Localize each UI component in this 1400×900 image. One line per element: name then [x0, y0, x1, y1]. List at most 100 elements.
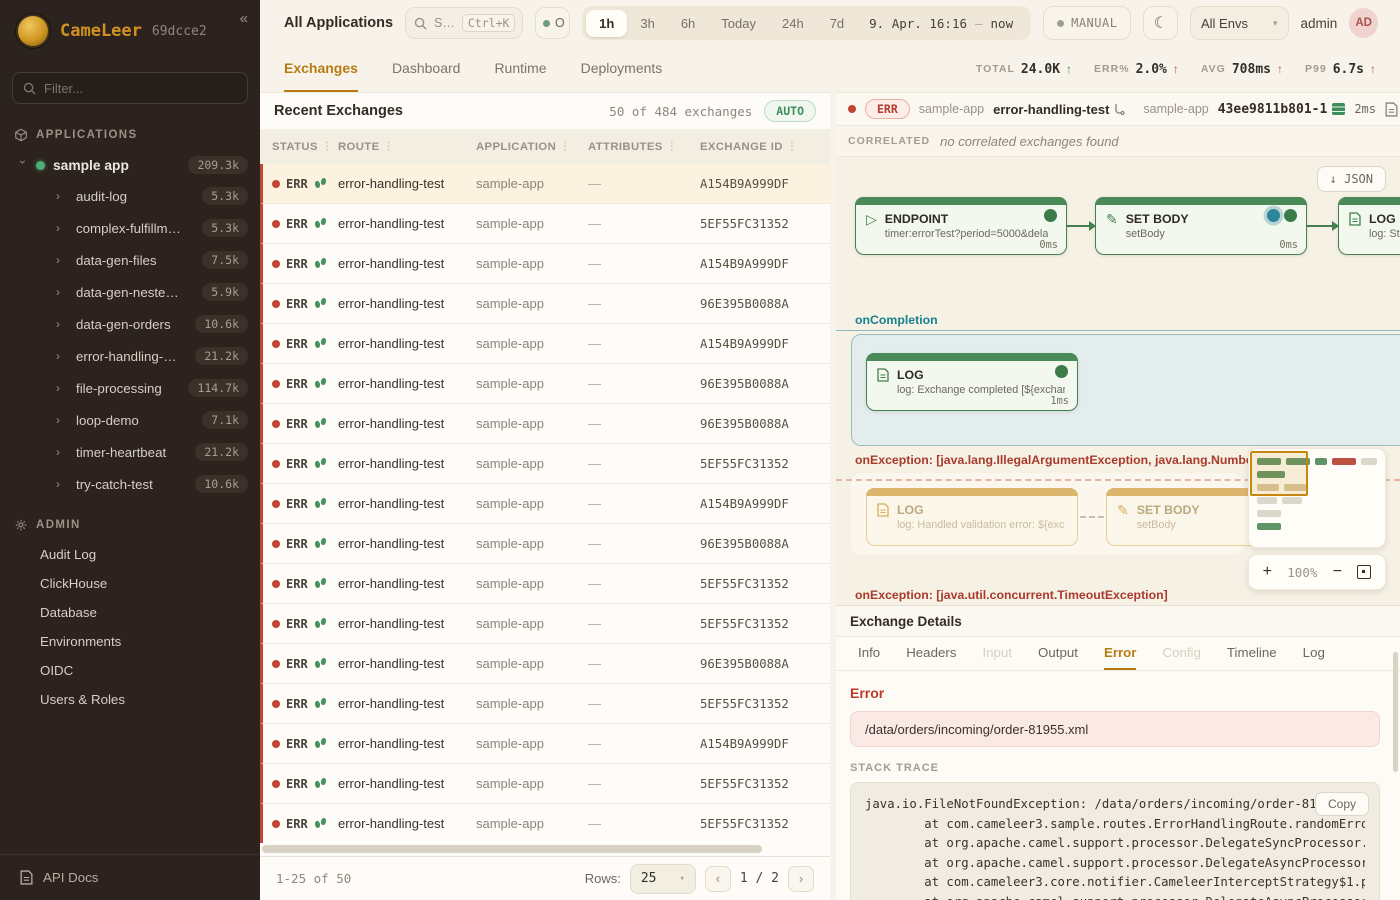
sidebar-item-admin[interactable]: Audit Log — [0, 540, 260, 569]
zoom-controls: + 100% − — [1248, 554, 1386, 590]
sidebar-item-route[interactable]: ›error-handling-…21.2k — [0, 340, 260, 372]
sidebar-item-admin[interactable]: ClickHouse — [0, 569, 260, 598]
copy-button[interactable]: Copy — [1315, 792, 1369, 816]
sidebar-item-route[interactable]: ›complex-fulfillm…5.3k — [0, 212, 260, 244]
table-row[interactable]: ERRerror-handling-testsample-app—5EF55FC… — [260, 604, 830, 644]
column-header-route[interactable]: ROUTE⋮ — [338, 141, 476, 153]
table-row[interactable]: ERRerror-handling-testsample-app—5EF55FC… — [260, 204, 830, 244]
status-label: ERR — [286, 537, 308, 551]
table-row[interactable]: ERRerror-handling-testsample-app—5EF55FC… — [260, 804, 830, 843]
environment-select[interactable]: All Envs ▾ — [1190, 6, 1289, 40]
details-tab-error[interactable]: Error — [1104, 637, 1137, 670]
details-tab-info[interactable]: Info — [858, 637, 880, 670]
tab-exchanges[interactable]: Exchanges — [284, 46, 358, 92]
filter-input[interactable] — [44, 81, 237, 96]
flow-node-exception-log[interactable]: LOG log: Handled validation error: ${exc… — [866, 488, 1078, 546]
details-tab-headers[interactable]: Headers — [906, 637, 956, 670]
table-row[interactable]: ERRerror-handling-testsample-app—A154B9A… — [260, 484, 830, 524]
online-indicator-button[interactable]: O — [535, 7, 570, 39]
sidebar-item-admin[interactable]: OIDC — [0, 656, 260, 685]
flow-node-exception-setbody[interactable]: ✎ SET BODY setBody — [1106, 488, 1266, 546]
sidebar-item-route[interactable]: ›timer-heartbeat21.2k — [0, 436, 260, 468]
time-range-6h[interactable]: 6h — [668, 10, 708, 37]
flow-node-setbody[interactable]: ✎ SET BODY setBody 0ms — [1095, 197, 1307, 255]
vertical-scrollbar-thumb[interactable] — [1393, 652, 1398, 772]
flow-minimap[interactable] — [1248, 448, 1386, 548]
admin-section-header: ADMIN — [0, 500, 260, 540]
table-row[interactable]: ERRerror-handling-testsample-app—96E395B… — [260, 644, 830, 684]
time-range-today[interactable]: Today — [708, 10, 769, 37]
table-row[interactable]: ERRerror-handling-testsample-app—5EF55FC… — [260, 444, 830, 484]
fit-view-button[interactable] — [1357, 565, 1371, 579]
route-cell: error-handling-test — [338, 376, 476, 391]
sidebar-item-route[interactable]: ›try-catch-test10.6k — [0, 468, 260, 500]
sidebar-collapse-icon[interactable]: « — [240, 10, 248, 27]
sidebar-filter[interactable] — [12, 72, 248, 104]
dark-mode-toggle[interactable]: ☾ — [1143, 6, 1178, 40]
sidebar-item-route[interactable]: ›data-gen-orders10.6k — [0, 308, 260, 340]
date-range-button[interactable]: 9. Apr. 16:16 — now — [857, 16, 1027, 31]
time-range-3h[interactable]: 3h — [627, 10, 667, 37]
details-tab-output[interactable]: Output — [1038, 637, 1078, 670]
detail-header: ERR sample-app error-handling-test sampl… — [836, 93, 1400, 126]
count-badge: 114.7k — [188, 379, 248, 397]
stat-avg: AVG708ms↑ — [1201, 62, 1283, 77]
table-row[interactable]: ERRerror-handling-testsample-app—96E395B… — [260, 284, 830, 324]
auto-refresh-badge[interactable]: AUTO — [764, 100, 816, 122]
tab-deployments[interactable]: Deployments — [581, 46, 663, 92]
time-range-1h[interactable]: 1h — [586, 10, 627, 37]
zoom-out-button[interactable]: − — [1333, 564, 1342, 580]
table-row[interactable]: ERRerror-handling-testsample-app—A154B9A… — [260, 244, 830, 284]
detail-route-name[interactable]: error-handling-test — [993, 102, 1125, 117]
sidebar-item-api-docs[interactable]: API Docs — [0, 854, 260, 900]
zoom-in-button[interactable]: + — [1263, 564, 1272, 580]
scrollbar-thumb[interactable] — [262, 845, 762, 853]
column-header-attributes[interactable]: ATTRIBUTES⋮ — [588, 141, 700, 153]
table-row[interactable]: ERRerror-handling-testsample-app—96E395B… — [260, 404, 830, 444]
attributes-cell: — — [588, 496, 700, 511]
sidebar-item-route[interactable]: ›data-gen-neste…5.9k — [0, 276, 260, 308]
exchange-id-cell: 5EF55FC31352 — [700, 617, 830, 631]
time-range-24h[interactable]: 24h — [769, 10, 817, 37]
sidebar-item-route[interactable]: ›loop-demo7.1k — [0, 404, 260, 436]
tab-runtime[interactable]: Runtime — [494, 46, 546, 92]
sidebar-item-admin[interactable]: Database — [0, 598, 260, 627]
document-icon[interactable] — [1385, 102, 1398, 117]
table-row[interactable]: ERRerror-handling-testsample-app—A154B9A… — [260, 164, 830, 204]
table-row[interactable]: ERRerror-handling-testsample-app—5EF55FC… — [260, 564, 830, 604]
column-header-status[interactable]: STATUS⋮ — [272, 141, 338, 153]
time-range-7d[interactable]: 7d — [817, 10, 857, 37]
sidebar-item-admin[interactable]: Users & Roles — [0, 685, 260, 714]
manual-refresh-button[interactable]: MANUAL — [1043, 6, 1131, 40]
table-row[interactable]: ERRerror-handling-testsample-app—5EF55FC… — [260, 764, 830, 804]
table-row[interactable]: ERRerror-handling-testsample-app—5EF55FC… — [260, 684, 830, 724]
tab-dashboard[interactable]: Dashboard — [392, 46, 461, 92]
download-json-button[interactable]: ↓ JSON — [1317, 166, 1386, 192]
exchange-id[interactable]: 43ee9811b801-1 — [1218, 102, 1346, 117]
details-tab-timeline[interactable]: Timeline — [1227, 637, 1277, 670]
table-row[interactable]: ERRerror-handling-testsample-app—A154B9A… — [260, 324, 830, 364]
details-tab-log[interactable]: Log — [1303, 637, 1325, 670]
node-selected-dot — [1267, 209, 1280, 222]
sidebar-item-admin[interactable]: Environments — [0, 627, 260, 656]
sidebar-item-route[interactable]: ›audit-log5.3k — [0, 180, 260, 212]
sort-icon: ⋮ — [560, 141, 570, 152]
rows-per-page-select[interactable]: 25 ▾ — [630, 864, 696, 894]
route-flow-canvas[interactable]: ↓ JSON ▷ ENDPOINT timer:errorTest?period… — [836, 156, 1400, 605]
column-header-exchange-id[interactable]: EXCHANGE ID⋮ — [700, 141, 830, 153]
next-page-button[interactable]: › — [788, 866, 814, 892]
global-search[interactable]: S… Ctrl+K — [405, 7, 523, 39]
table-row[interactable]: ERRerror-handling-testsample-app—96E395B… — [260, 524, 830, 564]
column-header-application[interactable]: APPLICATION⋮ — [476, 141, 588, 153]
prev-page-button[interactable]: ‹ — [705, 866, 731, 892]
table-row[interactable]: ERRerror-handling-testsample-app—96E395B… — [260, 364, 830, 404]
avatar[interactable]: AD — [1349, 8, 1378, 38]
sidebar-item-sample-app[interactable]: › sample app 209.3k — [0, 150, 260, 180]
sidebar-item-route[interactable]: ›file-processing114.7k — [0, 372, 260, 404]
flow-node-log[interactable]: LOG log: Sta — [1338, 197, 1400, 255]
flow-node-completion-log[interactable]: LOG log: Exchange completed [${exchan 1m… — [866, 353, 1078, 411]
flow-node-endpoint[interactable]: ▷ ENDPOINT timer:errorTest?period=5000&d… — [855, 197, 1067, 255]
minimap-viewport[interactable] — [1250, 451, 1308, 496]
sidebar-item-route[interactable]: ›data-gen-files7.5k — [0, 244, 260, 276]
table-row[interactable]: ERRerror-handling-testsample-app—A154B9A… — [260, 724, 830, 764]
